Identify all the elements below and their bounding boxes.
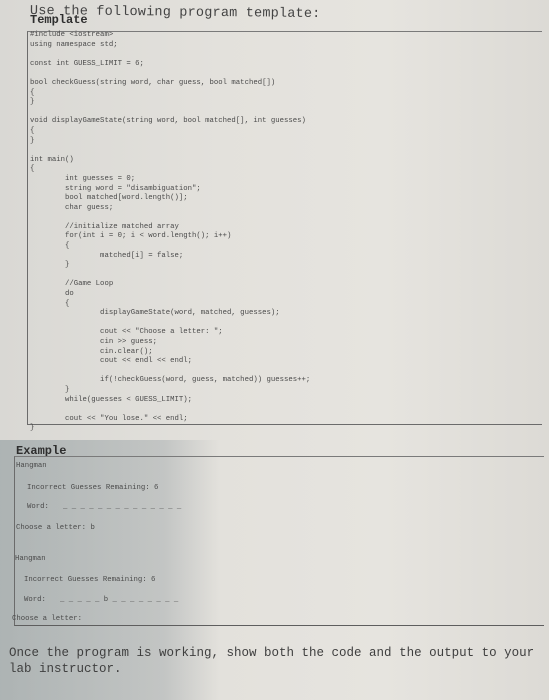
code-line: int guesses = 0; [30,174,136,183]
code-line: void displayGameState(string word, bool … [30,117,306,126]
code-line: //Game Loop [30,280,114,289]
code-line: { [30,88,35,97]
run2-word-display: _ _ _ _ _ b _ _ _ _ _ _ _ _ [60,596,179,604]
code-line: { [30,126,35,135]
run1-remaining: Incorrect Guesses Remaining: 6 [27,484,159,492]
code-line: } [30,98,35,107]
code-line: matched[i] = false; [30,251,184,260]
code-line: int main() [30,155,74,164]
code-line: cout << "You lose." << endl; [30,414,188,423]
code-line: } [30,424,35,433]
code-line: for(int i = 0; i < word.length(); i++) [30,232,232,241]
code-line: if(!checkGuess(word, guess, matched)) gu… [30,376,311,385]
code-line: } [30,136,35,145]
code-line: do [30,290,74,299]
run1-heading: Hangman [16,462,47,470]
run1-prompt: Choose a letter: b [16,524,95,532]
code-line: #include <iostream> [30,31,114,39]
code-line: displayGameState(word, matched, guesses)… [30,309,280,318]
run1-word-label: Word: [27,503,49,511]
code-line: cout << endl << endl; [30,357,193,366]
run2-remaining: Incorrect Guesses Remaining: 6 [24,576,156,584]
code-line: const int GUESS_LIMIT = 6; [30,59,144,68]
code-line: while(guesses < GUESS_LIMIT); [30,395,193,404]
code-line: bool checkGuess(string word, char guess,… [30,78,276,87]
run1-word-display: _ _ _ _ _ _ _ _ _ _ _ _ _ _ [63,503,182,511]
code-line: //initialize matched array [30,222,179,231]
code-line: } [30,385,70,394]
run2-prompt: Choose a letter: [12,615,83,623]
template-code: #include <iostream> using namespace std; c… [30,31,310,434]
code-line: cin.clear(); [30,347,153,356]
code-line: char guess; [30,203,114,212]
code-line: { [30,299,70,308]
run2-heading: Hangman [15,555,46,563]
code-line: } [30,261,70,270]
code-line: bool matched[word.length()]; [30,194,188,203]
code-line: cin >> guess; [30,338,157,346]
run2-word-label: Word: [24,596,46,604]
code-line: { [30,165,35,174]
code-line: string word = "disambiguation"; [30,184,201,193]
code-line: { [30,242,70,251]
template-heading: Template [30,13,88,27]
code-line: cout << "Choose a letter: "; [30,328,223,337]
footer-instructions: Once the program is working, show both t… [9,646,535,676]
code-line: using namespace std; [30,40,118,49]
